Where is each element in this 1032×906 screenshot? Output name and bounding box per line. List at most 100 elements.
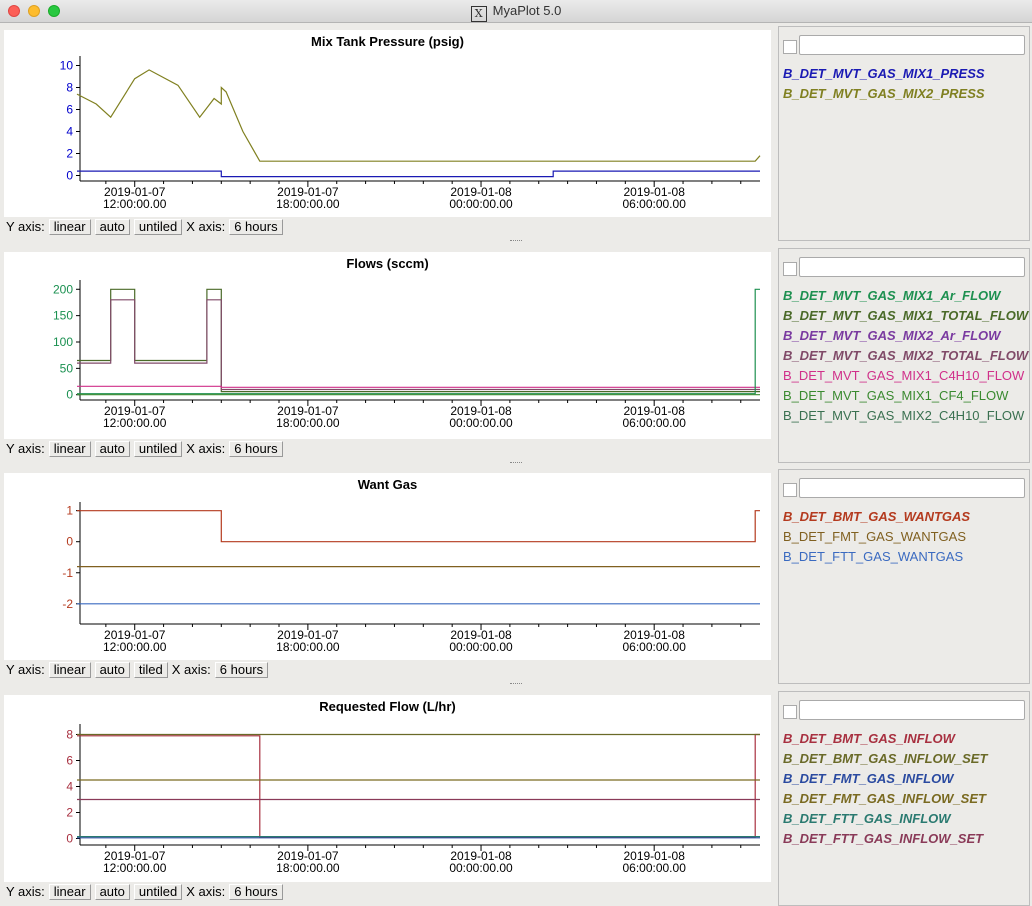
y-range-button[interactable]: auto <box>94 884 130 900</box>
x-span-button[interactable]: 6 hours <box>229 441 283 457</box>
legend-item[interactable]: B_DET_BMT_GAS_INFLOW_SET <box>783 749 987 769</box>
y-tick-label: 2 <box>66 147 73 161</box>
x-tick-label-time: 06:00:00.00 <box>622 416 686 430</box>
y-tick-label: 4 <box>66 125 73 139</box>
channel-input[interactable] <box>799 478 1025 498</box>
chart-area[interactable]: Requested Flow (L/hr) 0 2 4 6 8 2019-01-07 12:0… <box>4 695 771 882</box>
legend-item[interactable]: B_DET_MVT_GAS_MIX1_PRESS <box>783 64 985 84</box>
x-tick-label-time: 06:00:00.00 <box>622 197 686 211</box>
tiling-button[interactable]: untiled <box>133 441 183 457</box>
legend-select-checkbox[interactable] <box>783 40 797 54</box>
y-tick-label: -2 <box>62 597 73 611</box>
chart-area[interactable]: Flows (sccm) 0 50 100 150 200 2019-01-07 12:00:… <box>4 252 771 439</box>
legend-item[interactable]: B_DET_MVT_GAS_MIX2_PRESS <box>783 84 985 104</box>
x-tick-label-time: 18:00:00.00 <box>276 197 340 211</box>
legend-list: B_DET_BMT_GAS_WANTGAS B_DET_FMT_GAS_WANTG… <box>783 507 970 567</box>
y-tick-label: 0 <box>66 832 73 846</box>
legend-select-checkbox[interactable] <box>783 262 797 276</box>
tiling-button[interactable]: untiled <box>133 884 183 900</box>
divider-grip[interactable] <box>510 683 522 686</box>
legend-item[interactable]: B_DET_MVT_GAS_MIX2_TOTAL_FLOW <box>783 346 1028 366</box>
x-tick-label-time: 00:00:00.00 <box>449 640 513 654</box>
legend-item[interactable]: B_DET_MVT_GAS_MIX1_TOTAL_FLOW <box>783 306 1028 326</box>
tiling-button[interactable]: untiled <box>133 219 183 235</box>
y-tick-label: 0 <box>66 169 73 183</box>
channel-input[interactable] <box>799 257 1025 277</box>
chart-area[interactable]: Want Gas 1 0 -1 -2 2019-01-07 12:00:00.00 2019-… <box>4 473 771 660</box>
series-line <box>76 69 761 162</box>
legend-panel: B_DET_MVT_GAS_MIX1_PRESS B_DET_MVT_GAS_MI… <box>778 26 1030 241</box>
legend-item[interactable]: B_DET_BMT_GAS_INFLOW <box>783 729 987 749</box>
y-tick-label: -1 <box>62 566 73 580</box>
x11-icon: X <box>470 6 487 22</box>
legend-list: B_DET_MVT_GAS_MIX1_Ar_FLOW B_DET_MVT_GAS_… <box>783 286 1028 426</box>
y-range-button[interactable]: auto <box>94 662 130 678</box>
channel-input[interactable] <box>799 35 1025 55</box>
split-divider[interactable] <box>0 462 1032 466</box>
axis-controls: Y axis: linear auto tiled X axis: 6 hours <box>6 662 272 678</box>
split-divider[interactable] <box>0 683 1032 687</box>
x-tick-label-time: 00:00:00.00 <box>449 416 513 430</box>
divider-grip[interactable] <box>510 240 522 243</box>
series-line <box>77 733 760 838</box>
legend-item[interactable]: B_DET_FMT_GAS_INFLOW <box>783 769 987 789</box>
series-line <box>77 299 760 391</box>
legend-list: B_DET_BMT_GAS_INFLOW B_DET_BMT_GAS_INFLOW… <box>783 729 987 849</box>
y-tick-label: 200 <box>53 282 73 296</box>
legend-item[interactable]: B_DET_MVT_GAS_MIX2_C4H10_FLOW <box>783 406 1028 426</box>
y-axis-label: Y axis: <box>6 662 45 677</box>
x-tick-label-time: 12:00:00.00 <box>103 640 167 654</box>
divider-grip[interactable] <box>510 462 522 465</box>
y-scale-button[interactable]: linear <box>48 219 91 235</box>
y-tick-label: 0 <box>66 388 73 402</box>
legend-item[interactable]: B_DET_MVT_GAS_MIX1_C4H10_FLOW <box>783 366 1028 386</box>
chart-svg: 0501001502002019-01-0712:00:00.002019-01… <box>53 280 760 430</box>
legend-item[interactable]: B_DET_MVT_GAS_MIX1_CF4_FLOW <box>783 386 1028 406</box>
y-tick-label: 0 <box>66 535 73 549</box>
chart-svg: 024682019-01-0712:00:00.002019-01-0718:0… <box>66 724 760 875</box>
y-range-button[interactable]: auto <box>94 441 130 457</box>
legend-list: B_DET_MVT_GAS_MIX1_PRESS B_DET_MVT_GAS_MI… <box>783 64 985 104</box>
legend-item[interactable]: B_DET_MVT_GAS_MIX1_Ar_FLOW <box>783 286 1028 306</box>
x-tick-label-time: 00:00:00.00 <box>449 861 513 875</box>
plot-panel: Flows (sccm) 0 50 100 150 200 2019-01-07 12:00:… <box>0 248 1032 463</box>
series-line <box>77 170 760 178</box>
y-range-button[interactable]: auto <box>94 219 130 235</box>
y-scale-button[interactable]: linear <box>48 662 91 678</box>
x-axis-label: X axis: <box>186 219 226 234</box>
y-tick-label: 50 <box>60 361 74 375</box>
legend-select-checkbox[interactable] <box>783 705 797 719</box>
x-span-button[interactable]: 6 hours <box>229 219 283 235</box>
chart-area[interactable]: Mix Tank Pressure (psig) 0 2 4 6 8 10 2019-01-0… <box>4 30 771 217</box>
y-tick-label: 8 <box>66 81 73 95</box>
y-axis-label: Y axis: <box>6 884 45 899</box>
series-line <box>77 288 760 393</box>
legend-item[interactable]: B_DET_MVT_GAS_MIX2_Ar_FLOW <box>783 326 1028 346</box>
tiling-button[interactable]: tiled <box>133 662 168 678</box>
y-scale-button[interactable]: linear <box>48 441 91 457</box>
axis-controls: Y axis: linear auto untiled X axis: 6 hours <box>6 884 287 900</box>
x-span-button[interactable]: 6 hours <box>229 884 283 900</box>
legend-item[interactable]: B_DET_FMT_GAS_WANTGAS <box>783 527 970 547</box>
legend-select-checkbox[interactable] <box>783 483 797 497</box>
x-axis-label: X axis: <box>171 662 211 677</box>
split-divider[interactable] <box>0 240 1032 244</box>
y-scale-button[interactable]: linear <box>48 884 91 900</box>
y-tick-label: 4 <box>66 780 73 794</box>
plot-panel: Want Gas 1 0 -1 -2 2019-01-07 12:00:00.00 2019-… <box>0 469 1032 684</box>
legend-panel: B_DET_BMT_GAS_INFLOW B_DET_BMT_GAS_INFLOW… <box>778 691 1030 906</box>
x-tick-label-time: 18:00:00.00 <box>276 640 340 654</box>
x-axis-label: X axis: <box>186 441 226 456</box>
axis-controls: Y axis: linear auto untiled X axis: 6 hours <box>6 219 287 235</box>
legend-item[interactable]: B_DET_BMT_GAS_WANTGAS <box>783 507 970 527</box>
x-span-button[interactable]: 6 hours <box>214 662 269 678</box>
channel-input[interactable] <box>799 700 1025 720</box>
x-tick-label-time: 18:00:00.00 <box>276 416 340 430</box>
legend-item[interactable]: B_DET_FMT_GAS_INFLOW_SET <box>783 789 987 809</box>
y-tick-label: 8 <box>66 728 73 742</box>
y-tick-label: 6 <box>66 103 73 117</box>
legend-item[interactable]: B_DET_FTT_GAS_INFLOW_SET <box>783 829 987 849</box>
legend-item[interactable]: B_DET_FTT_GAS_WANTGAS <box>783 547 970 567</box>
plot-panel: Requested Flow (L/hr) 0 2 4 6 8 2019-01-07 12:0… <box>0 691 1032 906</box>
legend-item[interactable]: B_DET_FTT_GAS_INFLOW <box>783 809 987 829</box>
